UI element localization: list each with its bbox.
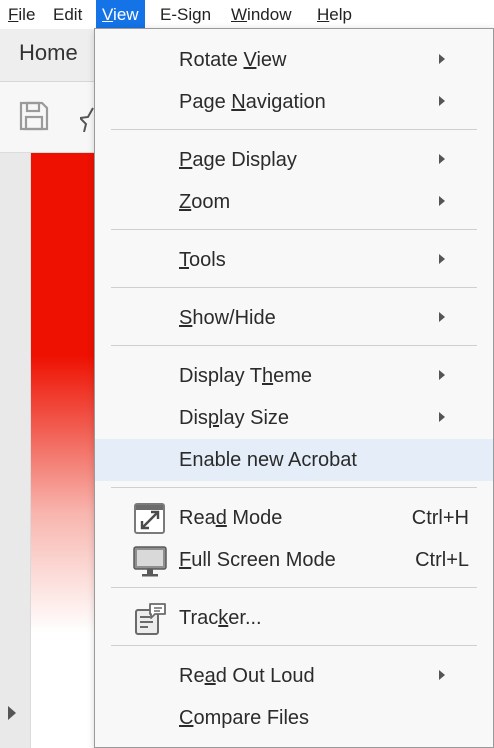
submenu-arrow-icon: [439, 96, 445, 106]
menu-separator: [111, 487, 477, 488]
menu-item-page-display[interactable]: Page Display: [95, 139, 493, 181]
menu-window[interactable]: Window: [225, 0, 297, 29]
menu-item-zoom[interactable]: Zoom: [95, 181, 493, 223]
tab-home[interactable]: Home: [19, 40, 78, 66]
submenu-arrow-icon: [439, 412, 445, 422]
menu-edit[interactable]: Edit: [47, 0, 88, 29]
submenu-arrow-icon: [439, 370, 445, 380]
submenu-arrow-icon: [439, 670, 445, 680]
menu-separator: [111, 587, 477, 588]
menu-item-page-navigation[interactable]: Page Navigation: [95, 81, 493, 123]
menu-separator: [111, 129, 477, 130]
shortcut-full-screen: Ctrl+L: [415, 549, 469, 571]
submenu-arrow-icon: [439, 196, 445, 206]
view-menu-dropdown: Rotate View Page Navigation Page Display…: [94, 28, 494, 748]
submenu-arrow-icon: [439, 312, 445, 322]
menu-e-sign[interactable]: E-Sign: [154, 0, 217, 29]
menu-separator: [111, 345, 477, 346]
menu-item-read-mode[interactable]: Read Mode Ctrl+H: [95, 497, 493, 539]
menu-help[interactable]: Help: [311, 0, 358, 29]
menu-item-full-screen-mode[interactable]: Full Screen Mode Ctrl+L: [95, 539, 493, 581]
submenu-arrow-icon: [439, 54, 445, 64]
menu-item-read-out-loud[interactable]: Read Out Loud: [95, 655, 493, 697]
full-screen-icon: [133, 546, 167, 577]
menu-file[interactable]: File: [2, 0, 41, 29]
document-red-band: [31, 153, 95, 633]
menu-item-compare-files[interactable]: Compare Files: [95, 697, 493, 739]
left-navigation-pane: [0, 153, 31, 748]
submenu-arrow-icon: [439, 254, 445, 264]
submenu-arrow-icon: [439, 154, 445, 164]
tracker-icon: [135, 603, 166, 635]
menu-item-display-theme[interactable]: Display Theme: [95, 355, 493, 397]
menu-separator: [111, 229, 477, 230]
menu-bar: File Edit View E-Sign Window Help: [0, 0, 494, 29]
menu-item-tracker[interactable]: Tracker...: [95, 597, 493, 639]
shortcut-read-mode: Ctrl+H: [411, 507, 469, 529]
save-icon[interactable]: [18, 100, 50, 132]
menu-item-enable-new-acrobat[interactable]: Enable new Acrobat: [95, 439, 493, 481]
menu-item-rotate-view[interactable]: Rotate View: [95, 39, 493, 81]
menu-separator: [111, 645, 477, 646]
menu-item-display-size[interactable]: Display Size: [95, 397, 493, 439]
menu-item-show-hide[interactable]: Show/Hide: [95, 297, 493, 339]
menu-separator: [111, 287, 477, 288]
menu-item-tools[interactable]: Tools: [95, 239, 493, 281]
read-mode-icon: [134, 503, 165, 534]
menu-view[interactable]: View: [96, 0, 145, 29]
expand-pane-icon[interactable]: [8, 706, 16, 720]
